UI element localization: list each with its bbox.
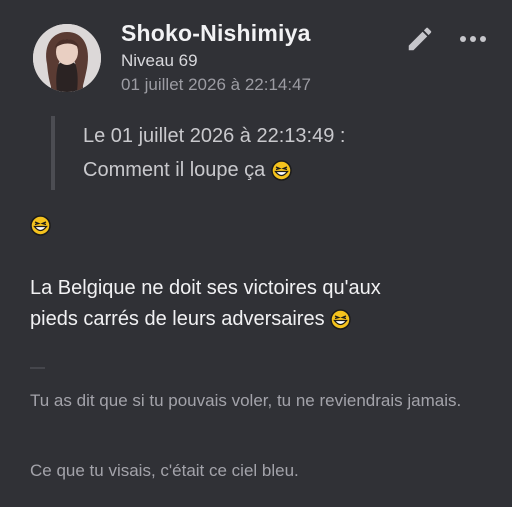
edit-button[interactable] [405, 24, 435, 54]
post-body: La Belgique ne doit ses victoires qu'aux… [30, 273, 490, 335]
user-level: Niveau 69 [121, 51, 198, 70]
pencil-icon [408, 27, 432, 51]
quote-header: Le 01 juillet 2026 à 22:13:49 : [83, 125, 346, 147]
signature-line: Ce que tu visais, c'était ce ciel bleu. [30, 461, 299, 480]
laughing-emoji-icon [330, 309, 351, 330]
more-options-button[interactable] [457, 25, 489, 53]
post-body-line: pieds carrés de leurs adversaires [30, 308, 325, 330]
laughing-emoji-icon [30, 215, 51, 236]
post-body-line: La Belgique ne doit ses victoires qu'aux [30, 277, 381, 299]
post-body-line-with-emoji: pieds carrés de leurs adversaires [30, 304, 490, 335]
avatar-image [33, 24, 101, 92]
more-dots-icon [460, 36, 486, 42]
quote-block: Le 01 juillet 2026 à 22:13:49 : Comment … [51, 116, 495, 190]
laughing-emoji-icon [271, 160, 292, 181]
quote-text: Comment il loupe ça [83, 159, 266, 181]
signature-separator: — [30, 359, 45, 376]
avatar[interactable] [33, 24, 101, 92]
signature-line: Tu as dit que si tu pouvais voler, tu ne… [30, 391, 462, 410]
post-timestamp[interactable]: 01 juillet 2026 à 22:14:47 [121, 75, 311, 95]
post-header: Shoko-Nishimiya Niveau 69 01 juillet 202… [0, 0, 512, 110]
username[interactable]: Shoko-Nishimiya [121, 20, 311, 47]
quote-text-line: Comment il loupe ça [83, 159, 292, 182]
